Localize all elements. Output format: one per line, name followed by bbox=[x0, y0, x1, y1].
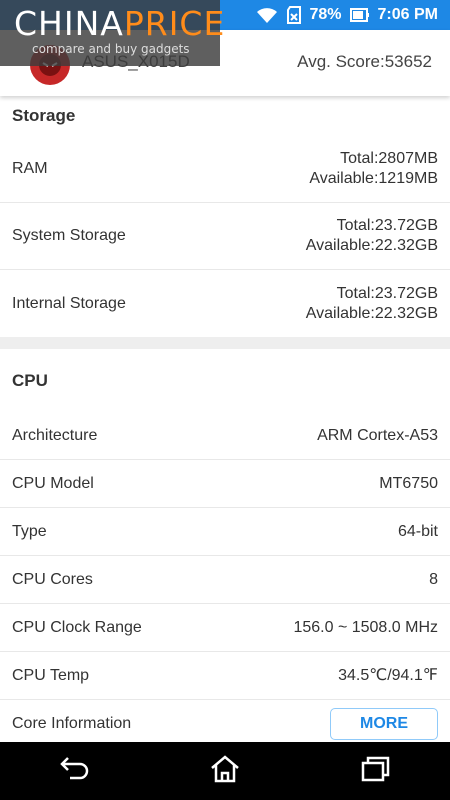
cpu-row-type: Type 64-bit bbox=[0, 508, 450, 556]
recents-icon bbox=[358, 754, 392, 789]
wifi-icon bbox=[256, 6, 278, 24]
more-button[interactable]: MORE bbox=[330, 708, 438, 740]
cpu-row-clock-range: CPU Clock Range 156.0 ~ 1508.0 MHz bbox=[0, 604, 450, 652]
cpu-row-core-info: Core Information MORE bbox=[0, 700, 450, 742]
avg-score: Avg. Score:53652 bbox=[297, 52, 432, 71]
battery-icon bbox=[349, 6, 370, 24]
storage-section-title: Storage bbox=[12, 106, 76, 125]
watermark-logo: CHINAPRICE compare and buy gadgets bbox=[0, 0, 224, 66]
watermark-tagline: compare and buy gadgets bbox=[32, 42, 190, 56]
row-label: Internal Storage bbox=[12, 294, 126, 312]
main-content[interactable]: Storage RAM Total:2807MB Available:1219M… bbox=[0, 96, 450, 742]
cpu-row-temp: CPU Temp 34.5℃/94.1℉ bbox=[0, 652, 450, 700]
back-button[interactable] bbox=[45, 746, 105, 796]
storage-row-system: System Storage Total:23.72GB Available:2… bbox=[0, 203, 450, 270]
recents-button[interactable] bbox=[345, 746, 405, 796]
cpu-section-title: CPU bbox=[12, 370, 48, 390]
home-button[interactable] bbox=[195, 746, 255, 796]
cpu-row-cores: CPU Cores 8 bbox=[0, 556, 450, 604]
nav-bar bbox=[0, 742, 450, 800]
storage-row-ram: RAM Total:2807MB Available:1219MB bbox=[0, 136, 450, 203]
back-icon bbox=[58, 754, 92, 789]
storage-row-internal: Internal Storage Total:23.72GB Available… bbox=[0, 270, 450, 337]
home-icon bbox=[208, 754, 242, 789]
watermark-brand: CHINAPRICE bbox=[14, 4, 226, 43]
row-label: RAM bbox=[12, 160, 48, 177]
cpu-row-model: CPU Model MT6750 bbox=[0, 460, 450, 508]
clock: 7:06 PM bbox=[377, 6, 438, 23]
row-value: Total:23.72GB Available:22.32GB bbox=[305, 217, 438, 254]
row-value: Total:2807MB Available:1219MB bbox=[309, 150, 438, 187]
section-divider bbox=[0, 337, 450, 349]
cpu-row-architecture: Architecture ARM Cortex-A53 bbox=[0, 412, 450, 460]
sd-card-icon bbox=[286, 6, 302, 24]
row-value: Total:23.72GB Available:22.32GB bbox=[305, 284, 438, 322]
row-label: System Storage bbox=[12, 227, 126, 244]
battery-percent: 78% bbox=[309, 6, 342, 23]
